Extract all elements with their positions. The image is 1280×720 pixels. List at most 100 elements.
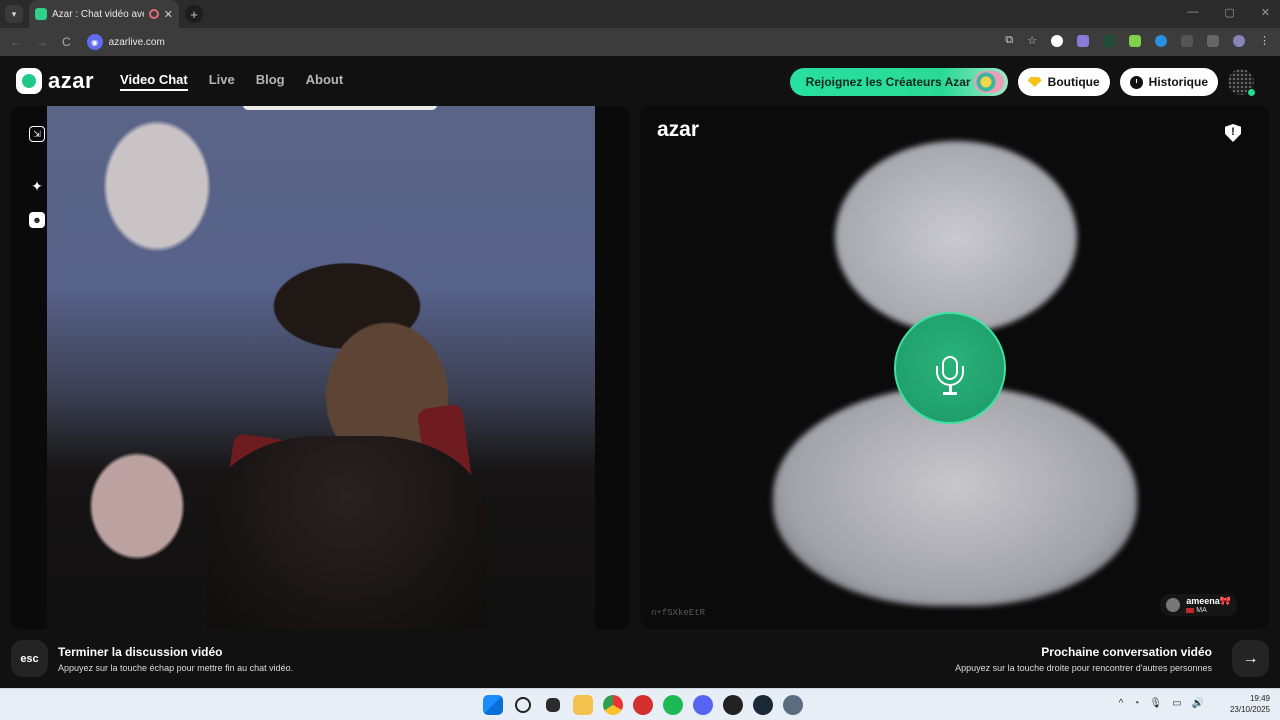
online-status-dot: [1247, 88, 1256, 97]
windows-taskbar: ^ ◔ 🎙 ▭ 🔊 19:49 23/10/2025: [0, 688, 1280, 720]
panel-logo: azar: [657, 118, 700, 141]
nav-buttons: ← → C: [10, 35, 71, 49]
partner-video-panel: ⇲ ✦ ☻: [11, 106, 630, 629]
close-window-button[interactable]: ✕: [1261, 6, 1270, 19]
tray-network-icon[interactable]: ▭: [1172, 698, 1181, 709]
peer-avatar: [1166, 598, 1181, 612]
report-shield-icon[interactable]: !: [1225, 124, 1241, 142]
clock-date: 23/10/2025: [1229, 705, 1270, 714]
extension-icon[interactable]: [1077, 34, 1089, 47]
peer-country-code: MA: [1196, 607, 1207, 614]
extension-icon[interactable]: [1103, 34, 1115, 47]
tab-title: Azar : Chat vidéo avec de n: [52, 8, 144, 20]
steam-icon[interactable]: [753, 695, 773, 715]
discord-icon[interactable]: [693, 695, 713, 715]
file-explorer-icon[interactable]: [573, 695, 593, 715]
next-chat-button[interactable]: →: [1232, 640, 1269, 677]
tray-overflow-icon[interactable]: ^: [1119, 698, 1124, 709]
shrink-video-icon[interactable]: ⇲: [29, 126, 45, 142]
chrome-icon[interactable]: [603, 695, 623, 715]
effects-sparkle-icon[interactable]: ✦: [29, 178, 45, 194]
peer-name: ameena🎀: [1186, 596, 1231, 606]
nav-about[interactable]: About: [306, 72, 344, 91]
app-icon[interactable]: [723, 695, 743, 715]
tab-search-icon[interactable]: ▾: [5, 5, 23, 23]
tab-close-icon[interactable]: ✕: [164, 8, 173, 21]
taskbar-clock[interactable]: 19:49 23/10/2025: [1230, 693, 1270, 715]
app-icon[interactable]: [633, 695, 653, 715]
microphone-button[interactable]: [894, 312, 1006, 424]
flag-icon: [1186, 608, 1195, 613]
join-creators-button[interactable]: Rejoignez les Créateurs Azar: [789, 68, 1008, 96]
task-view-icon[interactable]: [546, 698, 560, 712]
microphone-icon: [936, 356, 964, 395]
video-detail: [207, 436, 487, 629]
settings-gear-icon[interactable]: [783, 695, 803, 715]
tray-volume-icon[interactable]: 🔊: [1192, 698, 1204, 709]
spotify-icon[interactable]: [663, 695, 683, 715]
azar-logo-icon: [16, 68, 42, 94]
self-video-panel: azar ! n+fSXkeEtR ameena🎀 MA: [640, 106, 1269, 629]
extensions-puzzle-icon[interactable]: [1181, 34, 1193, 47]
clock-time: 19:49: [1249, 694, 1270, 703]
recording-icon: [148, 9, 159, 19]
nav-live[interactable]: Live: [209, 72, 235, 91]
room-id: n+fSXkeEtR: [651, 608, 706, 618]
next-chat-subtitle: Appuyez sur la touche droite pour rencon…: [955, 663, 1212, 673]
user-avatar[interactable]: [1228, 69, 1256, 97]
azar-favicon-icon: [35, 8, 47, 20]
extension-icon[interactable]: [1129, 34, 1141, 47]
browser-toolbar: ← → C ◉ azarlive.com ⧉ ☆ ⋮: [0, 28, 1280, 56]
toolbar-right: ⧉ ☆ ⋮: [1005, 34, 1270, 47]
browser-menu-icon[interactable]: ⋮: [1259, 34, 1270, 47]
taskbar-apps: [483, 695, 803, 715]
partner-video: [47, 106, 595, 629]
peer-country: MA: [1186, 607, 1231, 614]
join-creators-label: Rejoignez les Créateurs Azar: [805, 75, 971, 89]
reading-list-icon[interactable]: [1207, 34, 1219, 47]
clock-icon: [1129, 75, 1143, 89]
forward-button[interactable]: →: [36, 35, 48, 49]
nav-blog[interactable]: Blog: [256, 72, 285, 91]
peer-info[interactable]: ameena🎀 MA: [1160, 594, 1237, 616]
main-nav: Video Chat Live Blog About: [120, 72, 343, 91]
next-chat-title: Prochaine conversation vidéo: [1041, 645, 1212, 659]
nav-video-chat[interactable]: Video Chat: [120, 72, 188, 91]
end-chat-subtitle: Appuyez sur la touche échap pour mettre …: [58, 663, 294, 673]
end-chat-title: Terminer la discussion vidéo: [58, 645, 223, 659]
bookmark-star-icon[interactable]: ☆: [1027, 34, 1037, 47]
site-info-icon[interactable]: ◉: [86, 34, 103, 50]
azar-logo[interactable]: azar: [16, 68, 94, 94]
next-chat-info: Prochaine conversation vidéo Appuyez sur…: [955, 645, 1212, 673]
extension-icon[interactable]: [1155, 34, 1167, 47]
end-chat-info: Terminer la discussion vidéo Appuyez sur…: [58, 645, 293, 673]
tray-microphone-icon[interactable]: 🎙: [1149, 698, 1162, 709]
logo-text: azar: [48, 68, 95, 93]
esc-button[interactable]: esc: [11, 640, 48, 677]
browser-tabstrip: ▾ Azar : Chat vidéo avec de n ✕ + — ▢ ✕: [0, 0, 1280, 28]
back-button[interactable]: ←: [10, 35, 22, 49]
video-side-tools: ⇲ ✦ ☻: [29, 126, 45, 228]
search-icon[interactable]: [515, 697, 531, 713]
windows-start-icon[interactable]: [483, 695, 503, 715]
site-header: azar Video Chat Live Blog About Rejoigne…: [0, 56, 1280, 106]
extension-icon[interactable]: [1051, 34, 1063, 47]
face-filter-icon[interactable]: ☻: [29, 212, 45, 228]
profile-avatar[interactable]: [1233, 34, 1245, 47]
gem-icon: [1027, 77, 1042, 87]
tray-sync-icon[interactable]: ◔: [1133, 698, 1139, 709]
history-label: Historique: [1148, 75, 1208, 89]
address-bar[interactable]: azarlive.com: [109, 37, 165, 48]
reload-button[interactable]: C: [62, 35, 71, 49]
video-top-indicator: [243, 106, 437, 110]
creators-decoration-icon: [973, 71, 1004, 93]
maximize-button[interactable]: ▢: [1224, 6, 1234, 19]
new-tab-button[interactable]: +: [185, 5, 203, 23]
shop-button[interactable]: Boutique: [1017, 68, 1110, 96]
chat-controls-bar: esc Terminer la discussion vidéo Appuyez…: [0, 629, 1280, 688]
minimize-button[interactable]: —: [1187, 6, 1198, 19]
browser-tab[interactable]: Azar : Chat vidéo avec de n ✕: [29, 0, 179, 28]
install-app-icon[interactable]: ⧉: [1005, 34, 1013, 47]
history-button[interactable]: Historique: [1119, 68, 1218, 96]
header-actions: Rejoignez les Créateurs Azar Boutique Hi…: [789, 68, 1256, 97]
